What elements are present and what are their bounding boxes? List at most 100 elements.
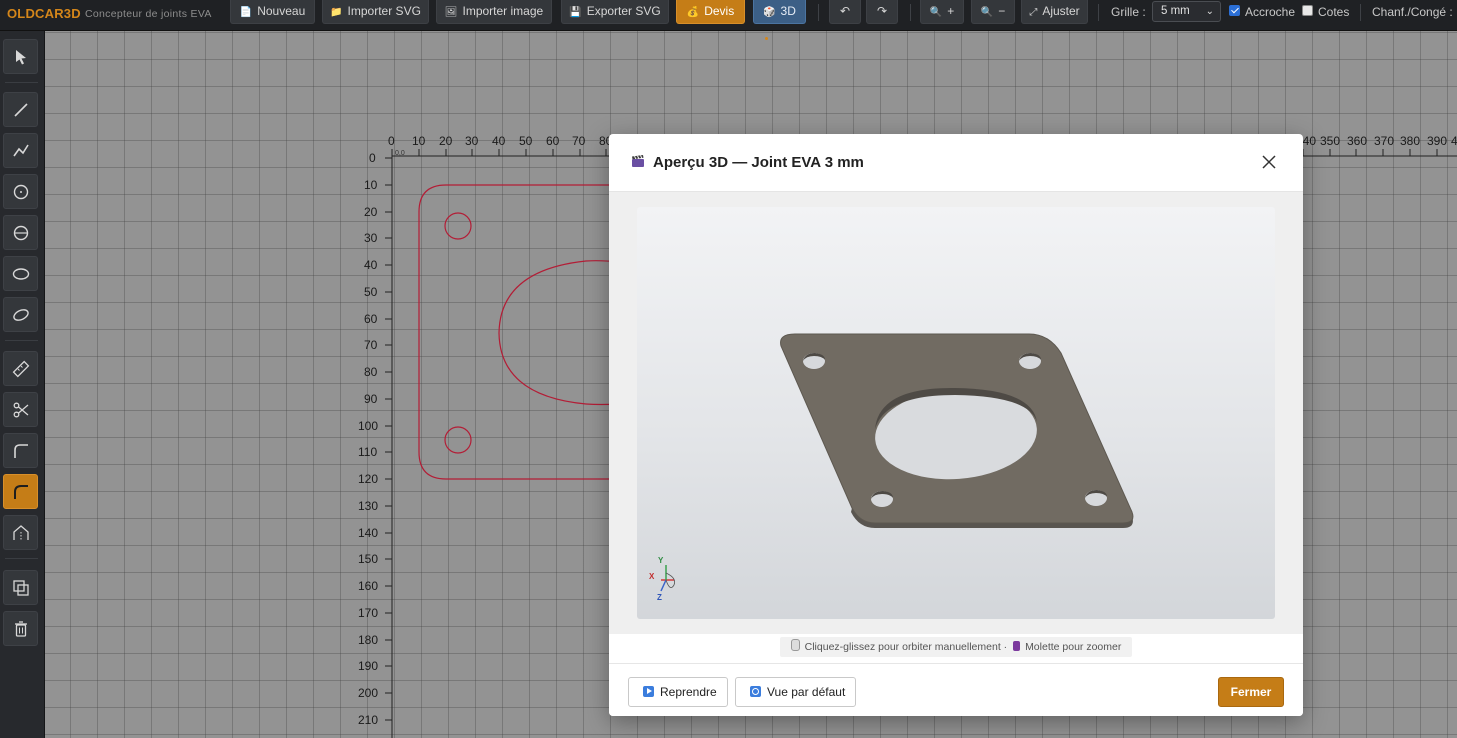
money-bag-icon: 💰 bbox=[686, 7, 700, 18]
redo-icon: ↷ bbox=[876, 4, 888, 18]
reset-view-icon bbox=[750, 686, 761, 697]
magnifier-icon: 🔍 bbox=[980, 7, 994, 18]
undo-button[interactable]: ↶ bbox=[829, 0, 861, 24]
tool-divider bbox=[5, 82, 38, 83]
new-button[interactable]: 📄 Nouveau bbox=[230, 0, 315, 24]
ellipse-icon bbox=[12, 268, 30, 280]
ruler-tick: 350 bbox=[1320, 134, 1341, 148]
undo-icon: ↶ bbox=[839, 4, 851, 18]
chamfer-tool[interactable] bbox=[3, 515, 38, 550]
new-button-label: Nouveau bbox=[257, 4, 306, 18]
fillet-tool[interactable] bbox=[3, 433, 38, 468]
grid-size-select[interactable]: 5 mm ⌄ bbox=[1152, 1, 1221, 22]
grid-size-value: 5 mm bbox=[1161, 5, 1190, 17]
app-subtitle: Concepteur de joints EVA bbox=[85, 8, 212, 20]
fillet-icon bbox=[14, 444, 28, 458]
3d-viewport[interactable]: X Y Z bbox=[637, 207, 1275, 619]
top-toolbar: OLDCAR3D Concepteur de joints EVA 📄 Nouve… bbox=[0, 0, 1457, 31]
save-icon: 💾 bbox=[569, 7, 582, 18]
dialog-header: Aperçu 3D — Joint EVA 3 mm bbox=[609, 134, 1303, 192]
zoom-out-label: − bbox=[998, 4, 1006, 18]
circle-diameter-tool[interactable] bbox=[3, 215, 38, 250]
duplicate-icon bbox=[13, 580, 29, 596]
polyline-icon bbox=[13, 144, 29, 157]
fit-button[interactable]: ⤢ Ajuster bbox=[1021, 0, 1088, 24]
y-axis-label: Y bbox=[658, 556, 664, 565]
zoom-out-button[interactable]: 🔍 − bbox=[971, 0, 1015, 24]
ruler-tick: 140 bbox=[358, 526, 379, 540]
ruler-tick: 0 bbox=[388, 134, 395, 148]
chamfer-label: Chanf./Congé : bbox=[1372, 5, 1453, 19]
ruler-tick: 110 bbox=[358, 445, 378, 459]
select-tool[interactable] bbox=[3, 39, 38, 74]
duplicate-tool[interactable] bbox=[3, 570, 38, 605]
quote-button[interactable]: 💰 Devis bbox=[676, 0, 745, 24]
export-svg-button[interactable]: 💾 Exporter SVG bbox=[561, 0, 669, 24]
snap-checkbox[interactable] bbox=[1229, 5, 1240, 16]
circle-tool[interactable] bbox=[3, 174, 38, 209]
dialog-footer: Reprendre Vue par défaut Fermer bbox=[609, 663, 1303, 716]
close-button[interactable]: Fermer bbox=[1218, 677, 1284, 707]
ruler-tick: 40 bbox=[364, 258, 378, 272]
ruler-tick: 50 bbox=[519, 134, 533, 148]
ruler-tick: 90 bbox=[364, 392, 378, 406]
controls-hint: Cliquez-glissez pour orbiter manuellemen… bbox=[780, 637, 1132, 657]
circle-icon bbox=[13, 184, 29, 200]
import-svg-button[interactable]: 📁 Importer SVG bbox=[322, 0, 429, 24]
ruler-icon bbox=[12, 360, 30, 378]
mouse-icon bbox=[790, 639, 800, 651]
view-3d-button[interactable]: 🎲 3D bbox=[753, 0, 806, 24]
fit-arrows-icon: ⤢ bbox=[1029, 7, 1038, 18]
delete-tool[interactable] bbox=[3, 611, 38, 646]
line-tool[interactable] bbox=[3, 92, 38, 127]
measure-tool[interactable] bbox=[3, 351, 38, 386]
resume-button[interactable]: Reprendre bbox=[628, 677, 728, 707]
import-image-button[interactable]: 🖼 Importer image bbox=[436, 0, 552, 24]
scroll-wheel-icon bbox=[1013, 641, 1021, 651]
toolbar-divider bbox=[910, 4, 911, 21]
polyline-tool[interactable] bbox=[3, 133, 38, 168]
tool-sidebar bbox=[0, 31, 45, 738]
line-icon bbox=[14, 103, 28, 117]
app-brand: OLDCAR3D bbox=[7, 6, 81, 21]
trash-icon bbox=[15, 621, 27, 637]
zoom-in-button[interactable]: 🔍 + bbox=[920, 0, 964, 24]
dialog-body: X Y Z bbox=[609, 192, 1303, 634]
dimensions-label: Cotes bbox=[1318, 5, 1350, 19]
ruler-tick: 120 bbox=[358, 472, 379, 486]
axes-gizmo bbox=[660, 565, 676, 592]
cursor-icon bbox=[16, 50, 26, 65]
ellipse-tool[interactable] bbox=[3, 256, 38, 291]
default-view-button[interactable]: Vue par défaut bbox=[735, 677, 856, 707]
rotated-ellipse-tool[interactable] bbox=[3, 297, 38, 332]
ruler-tick: 200 bbox=[358, 686, 379, 700]
cut-tool[interactable] bbox=[3, 392, 38, 427]
ruler-tick: 4 bbox=[1451, 134, 1457, 148]
folder-icon: 📁 bbox=[330, 7, 343, 18]
ruler-tick: 20 bbox=[439, 134, 453, 148]
toolbar-divider bbox=[818, 4, 819, 21]
canvas-marker bbox=[765, 37, 768, 40]
ruler-tick: 390 bbox=[1427, 134, 1448, 148]
dimensions-checkbox[interactable] bbox=[1302, 5, 1313, 16]
ruler-tick: 70 bbox=[364, 338, 378, 352]
play-icon bbox=[643, 686, 654, 697]
preview-3d-dialog: Aperçu 3D — Joint EVA 3 mm X Y Z Cliquez… bbox=[609, 134, 1303, 716]
quote-label: Devis bbox=[704, 4, 735, 18]
image-icon: 🖼 bbox=[444, 7, 458, 18]
clapperboard-icon bbox=[632, 155, 644, 167]
ruler-tick: 50 bbox=[364, 285, 378, 299]
redo-button[interactable]: ↷ bbox=[866, 0, 898, 24]
import-svg-label: Importer SVG bbox=[347, 4, 421, 18]
origin-label: 0,0 bbox=[395, 150, 405, 157]
x-axis-label: X bbox=[649, 572, 655, 581]
cube-icon: 🎲 bbox=[763, 7, 776, 18]
grid-label: Grille : bbox=[1111, 5, 1146, 19]
ruler-tick: 70 bbox=[572, 134, 586, 148]
ruler-tick: 380 bbox=[1400, 134, 1421, 148]
close-icon[interactable] bbox=[1261, 154, 1277, 170]
ruler-tick: 180 bbox=[358, 633, 379, 647]
default-view-label: Vue par défaut bbox=[767, 685, 846, 699]
ruler-tick: 60 bbox=[546, 134, 560, 148]
round-corner-tool[interactable] bbox=[3, 474, 38, 509]
